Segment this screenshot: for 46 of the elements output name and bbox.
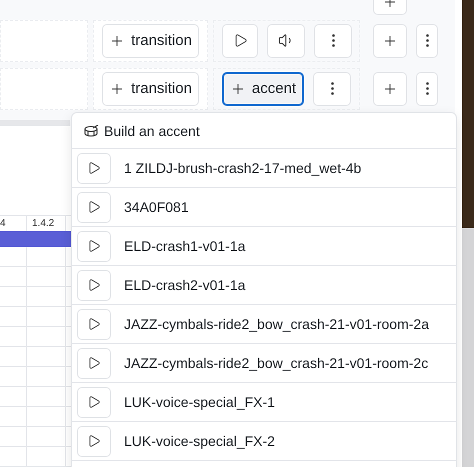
drum-icon <box>84 124 99 136</box>
more-icon <box>332 34 334 47</box>
play-icon <box>87 317 101 331</box>
more-icon <box>426 82 428 95</box>
play-button[interactable] <box>222 24 258 58</box>
add-transition-button[interactable]: transition <box>102 24 199 58</box>
play-button[interactable] <box>77 192 111 222</box>
sample-item[interactable]: LUK-voice-special_FX-1 <box>72 383 456 422</box>
sample-item[interactable]: JAZZ-cymbals-ride2_bow_crash-21-v01-room-2c <box>72 344 456 383</box>
play-icon <box>87 434 101 448</box>
sample-name: LUK-voice-special_FX-2 <box>124 433 275 449</box>
sample-name: ELD-crash1-v01-1a <box>124 238 246 254</box>
sample-item[interactable]: JAZZ-cymbals-ride2_bow_crash-21-v01-room-2a <box>72 305 456 344</box>
speaker-button[interactable] <box>267 24 305 58</box>
play-button[interactable] <box>77 348 111 378</box>
sample-item[interactable]: 1 ZILDJ-brush-crash2-17-med_wet-4b <box>72 149 456 188</box>
more-icon <box>426 34 428 47</box>
more-icon <box>330 82 334 95</box>
sample-name: 34A0F081 <box>124 199 189 215</box>
play-button[interactable] <box>77 426 111 456</box>
play-button[interactable] <box>77 230 111 262</box>
play-icon <box>87 239 101 253</box>
more-button[interactable] <box>416 24 438 58</box>
sample-item[interactable]: LUK-voice-special_FX-2 <box>72 422 456 461</box>
play-button[interactable] <box>77 270 111 300</box>
sample-name: JAZZ-cymbals-ride2_bow_crash-21-v01-room-2c <box>124 355 428 371</box>
sample-item[interactable]: 34A0F081 <box>72 188 456 227</box>
play-icon <box>87 395 101 409</box>
play-button[interactable] <box>77 152 111 184</box>
menu-title: Build an accent <box>104 122 200 138</box>
play-icon <box>87 278 101 292</box>
add-accent-button[interactable]: accent <box>222 72 304 106</box>
play-icon <box>87 161 101 175</box>
sample-item[interactable]: ELD-crash2-v01-1a <box>72 266 456 305</box>
add-transition-button[interactable]: transition <box>102 72 199 106</box>
play-button[interactable] <box>77 386 111 418</box>
sample-item[interactable]: ELD-crash1-v01-1a <box>72 227 456 266</box>
sample-name: JAZZ-cymbals-ride2_bow_crash-21-v01-room-2a <box>124 316 429 332</box>
play-icon <box>87 356 101 370</box>
sample-name: ELD-crash2-v01-1a <box>124 277 246 293</box>
sample-name: 1 ZILDJ-brush-crash2-17-med_wet-4b <box>124 160 362 176</box>
play-icon <box>87 200 101 214</box>
play-button[interactable] <box>77 308 111 340</box>
more-button[interactable] <box>416 72 438 106</box>
play-icon <box>232 33 248 48</box>
sample-name: LUK-voice-special_FX-1 <box>124 394 275 410</box>
